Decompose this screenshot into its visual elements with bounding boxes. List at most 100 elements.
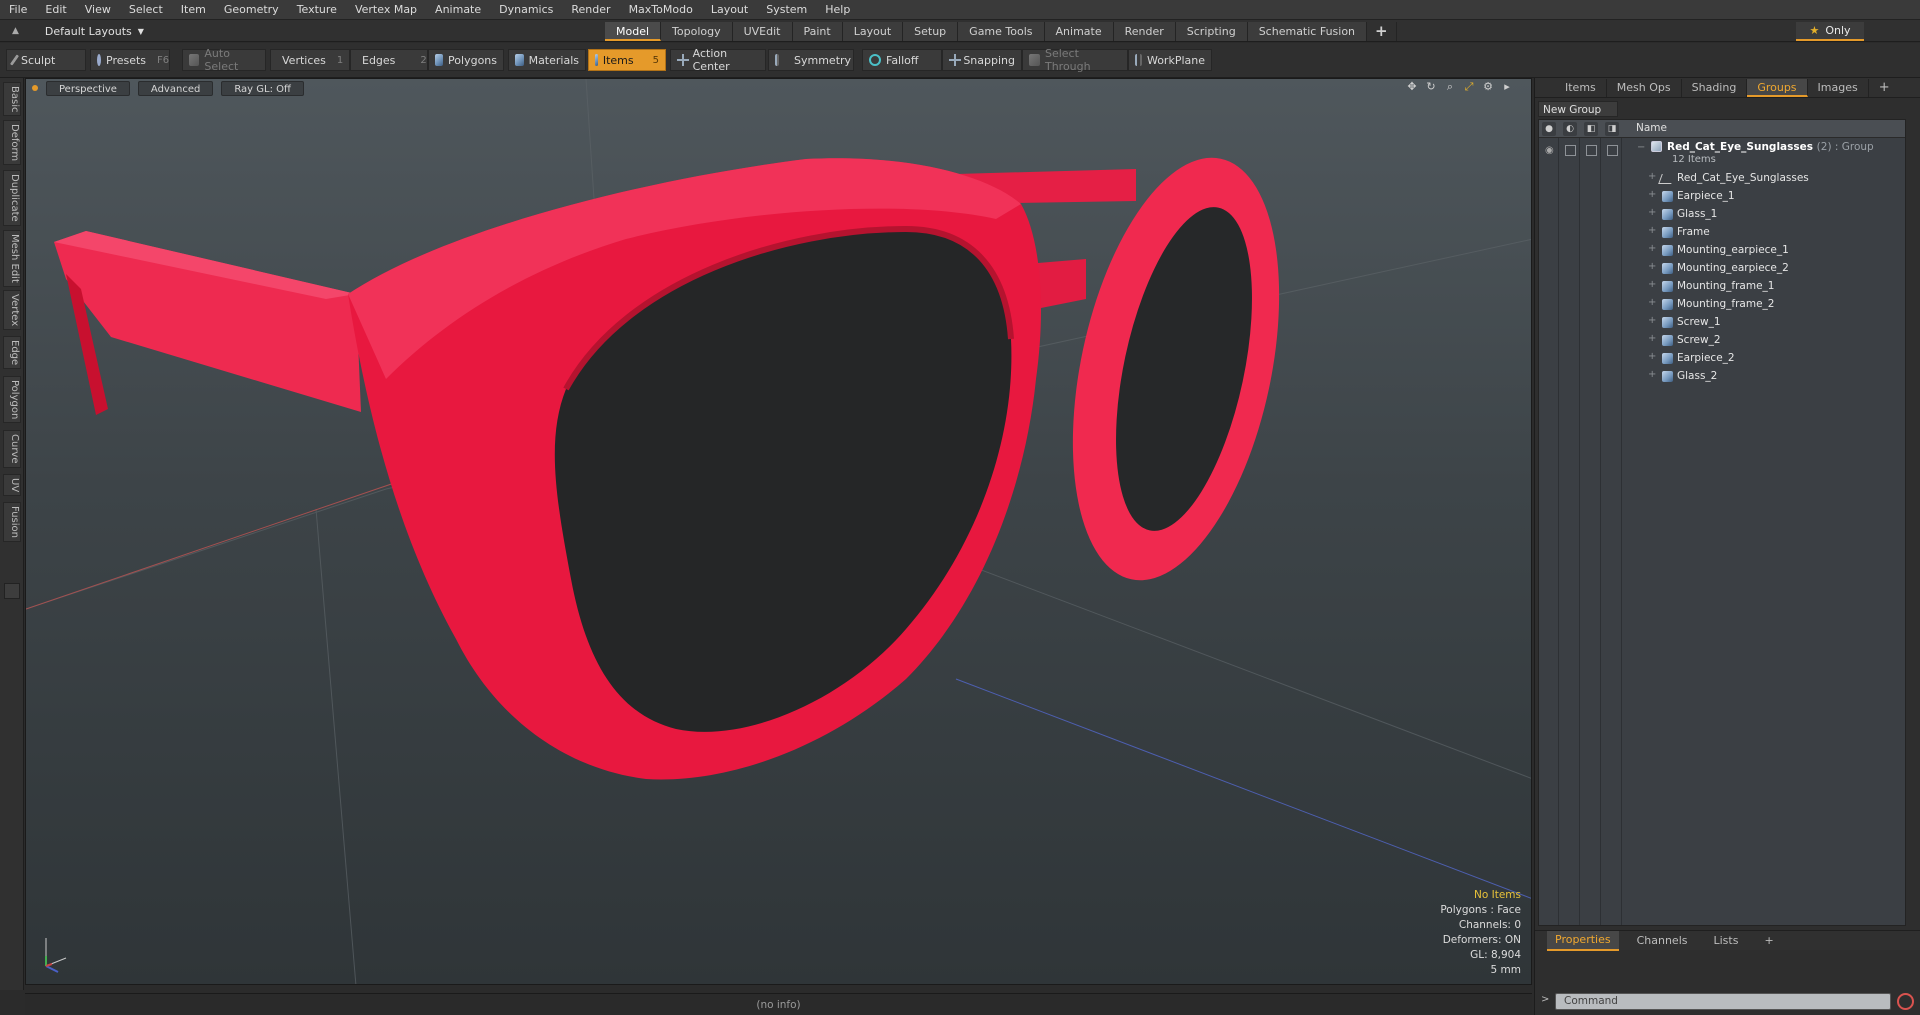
- tab-polygon[interactable]: Polygon: [3, 376, 21, 424]
- move-view-icon[interactable]: ✥: [1406, 81, 1418, 93]
- tab-lists[interactable]: Lists: [1706, 932, 1747, 950]
- tab-uv[interactable]: UV: [3, 474, 21, 497]
- menu-dynamics[interactable]: Dynamics: [490, 0, 562, 20]
- items-button[interactable]: Items 5: [588, 49, 666, 71]
- menu-file[interactable]: File: [0, 0, 36, 20]
- menu-system[interactable]: System: [757, 0, 816, 20]
- vertices-button[interactable]: Vertices 1: [270, 49, 350, 71]
- render-toggle[interactable]: [1565, 145, 1576, 156]
- expand-icon[interactable]: +: [1648, 225, 1656, 236]
- shading-mode-button[interactable]: Advanced: [137, 80, 214, 96]
- menu-animate[interactable]: Animate: [426, 0, 490, 20]
- action-center-button[interactable]: Action Center: [670, 47, 766, 73]
- collapse-icon[interactable]: −: [1637, 142, 1645, 153]
- list-item[interactable]: + Glass_2: [1539, 368, 1905, 386]
- new-group-button[interactable]: New Group: [1538, 101, 1618, 117]
- list-item[interactable]: + Earpiece_1: [1539, 188, 1905, 206]
- tab-duplicate[interactable]: Duplicate: [3, 170, 21, 226]
- expand-icon[interactable]: +: [1648, 333, 1656, 344]
- list-item[interactable]: + Screw_1: [1539, 314, 1905, 332]
- presets-button[interactable]: Presets F6: [90, 49, 170, 71]
- rotate-view-icon[interactable]: ↻: [1425, 81, 1437, 93]
- viewport-menu-icon[interactable]: ▸: [1501, 81, 1513, 93]
- expand-icon[interactable]: +: [1648, 279, 1656, 290]
- menu-texture[interactable]: Texture: [288, 0, 346, 20]
- tab-animate[interactable]: Animate: [1044, 22, 1114, 41]
- tab-items[interactable]: Items: [1555, 78, 1607, 97]
- expand-icon[interactable]: +: [1648, 369, 1656, 380]
- tab-vertex[interactable]: Vertex: [3, 290, 21, 331]
- list-item[interactable]: + Red_Cat_Eye_Sunglasses: [1539, 170, 1905, 188]
- sculpt-button[interactable]: Sculpt: [6, 49, 86, 71]
- list-item[interactable]: + Screw_2: [1539, 332, 1905, 350]
- palette-toggle-button[interactable]: [4, 583, 20, 599]
- menu-edit[interactable]: Edit: [36, 0, 75, 20]
- list-item[interactable]: + Mounting_frame_2: [1539, 296, 1905, 314]
- tab-paint[interactable]: Paint: [792, 22, 843, 41]
- expand-icon[interactable]: +: [1648, 261, 1656, 272]
- visibility-column-icon[interactable]: ●: [1542, 122, 1556, 136]
- eye-icon[interactable]: ◉: [1545, 145, 1554, 156]
- gear-icon[interactable]: ⚙: [1482, 81, 1494, 93]
- select-through-button[interactable]: Select Through: [1022, 47, 1128, 73]
- symmetry-button[interactable]: Symmetry: [768, 49, 854, 71]
- tab-model[interactable]: Model: [605, 22, 662, 41]
- expand-icon[interactable]: +: [1648, 297, 1656, 308]
- list-item[interactable]: + Frame: [1539, 224, 1905, 242]
- menu-render[interactable]: Render: [562, 0, 619, 20]
- tab-topology[interactable]: Topology: [661, 22, 733, 41]
- menu-select[interactable]: Select: [120, 0, 172, 20]
- tab-setup[interactable]: Setup: [903, 22, 959, 41]
- materials-button[interactable]: Materials: [508, 49, 586, 71]
- render-column-icon[interactable]: ◐: [1563, 122, 1577, 136]
- tab-properties[interactable]: Properties: [1547, 930, 1619, 951]
- menu-view[interactable]: View: [76, 0, 120, 20]
- tab-groups[interactable]: Groups: [1747, 78, 1808, 97]
- tab-images[interactable]: Images: [1808, 78, 1869, 97]
- tab-fusion[interactable]: Fusion: [3, 502, 21, 542]
- lock-column-icon[interactable]: ◧: [1584, 122, 1598, 136]
- select-toggle[interactable]: [1607, 145, 1618, 156]
- select-column-icon[interactable]: ◨: [1605, 122, 1619, 136]
- only-toggle-button[interactable]: ★ Only: [1796, 22, 1864, 41]
- tab-shading[interactable]: Shading: [1682, 78, 1748, 97]
- tab-scripting[interactable]: Scripting: [1175, 22, 1248, 41]
- tab-basic[interactable]: Basic: [3, 82, 21, 117]
- tab-layout[interactable]: Layout: [842, 22, 904, 41]
- polygons-button[interactable]: Polygons: [428, 49, 504, 71]
- tab-schematic-fusion[interactable]: Schematic Fusion: [1247, 22, 1368, 41]
- snapping-button[interactable]: Snapping: [942, 49, 1022, 71]
- view-mode-button[interactable]: Perspective: [46, 80, 130, 96]
- list-item[interactable]: + Glass_1: [1539, 206, 1905, 224]
- viewport-options-icon[interactable]: [32, 85, 38, 91]
- expand-icon[interactable]: +: [1648, 351, 1656, 362]
- edges-button[interactable]: Edges 2: [350, 49, 428, 71]
- tab-edge[interactable]: Edge: [3, 336, 21, 370]
- expand-icon[interactable]: +: [1648, 243, 1656, 254]
- menu-help[interactable]: Help: [816, 0, 859, 20]
- tab-channels[interactable]: Channels: [1629, 932, 1696, 950]
- lock-toggle[interactable]: [1586, 145, 1597, 156]
- list-item[interactable]: + Mounting_earpiece_2: [1539, 260, 1905, 278]
- workplane-button[interactable]: WorkPlane: [1128, 49, 1212, 71]
- name-column-header[interactable]: Name: [1636, 122, 1667, 134]
- group-row[interactable]: ◉ − Red_Cat_Eye_Sunglasses (2) : Group 1…: [1539, 139, 1905, 167]
- command-history-icon[interactable]: [1897, 993, 1914, 1010]
- list-item[interactable]: + Mounting_frame_1: [1539, 278, 1905, 296]
- menu-layout[interactable]: Layout: [702, 0, 757, 20]
- expand-icon[interactable]: +: [1648, 207, 1656, 218]
- zoom-icon[interactable]: ⌕: [1444, 81, 1456, 93]
- layout-dropdown[interactable]: ▲ Default Layouts ▼: [6, 22, 150, 40]
- add-tab-button[interactable]: +: [1367, 22, 1397, 41]
- tab-mesh-ops[interactable]: Mesh Ops: [1607, 78, 1682, 97]
- menu-geometry[interactable]: Geometry: [215, 0, 288, 20]
- expand-icon[interactable]: +: [1648, 189, 1656, 200]
- expand-icon[interactable]: +: [1648, 171, 1656, 182]
- falloff-button[interactable]: Falloff: [862, 49, 942, 71]
- add-properties-tab-button[interactable]: +: [1756, 932, 1781, 950]
- menu-maxtomodo[interactable]: MaxToModo: [620, 0, 702, 20]
- tab-uvedit[interactable]: UVEdit: [732, 22, 793, 41]
- 3d-viewport[interactable]: Perspective Advanced Ray GL: Off ✥ ↻ ⌕ ⤢…: [25, 78, 1532, 985]
- list-item[interactable]: + Mounting_earpiece_1: [1539, 242, 1905, 260]
- fit-view-icon[interactable]: ⤢: [1463, 81, 1475, 93]
